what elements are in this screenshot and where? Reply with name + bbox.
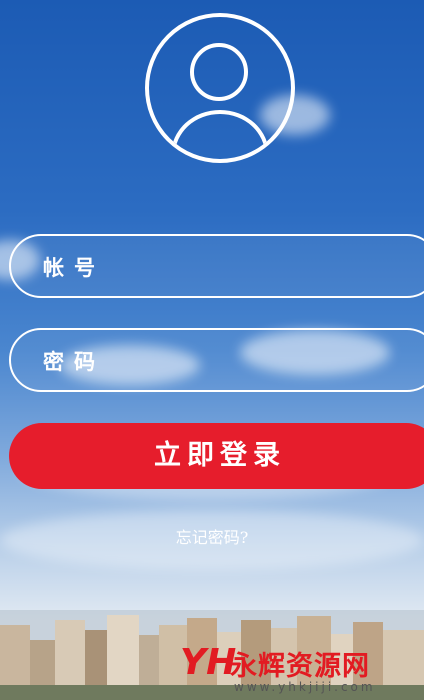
watermark-url: www.yhkjiji.com [234,680,376,694]
password-input[interactable] [111,338,415,384]
username-field[interactable]: 帐号 [9,234,424,298]
watermark-logo: YH [180,642,237,683]
watermark-name: 永辉资源网 [230,651,370,682]
username-input[interactable] [111,244,415,290]
forgot-password-link[interactable]: 忘记密码? [0,524,424,548]
user-avatar-icon [145,13,295,163]
password-field[interactable]: 密码 [9,328,424,392]
login-button[interactable]: 立即登录 [9,423,424,489]
username-label: 帐号 [43,255,105,280]
avatar-shoulders [171,110,269,159]
avatar-head [190,43,248,101]
watermark: YH 永辉资源网 www.yhkjiji.com [180,640,424,700]
password-label: 密码 [43,349,105,374]
